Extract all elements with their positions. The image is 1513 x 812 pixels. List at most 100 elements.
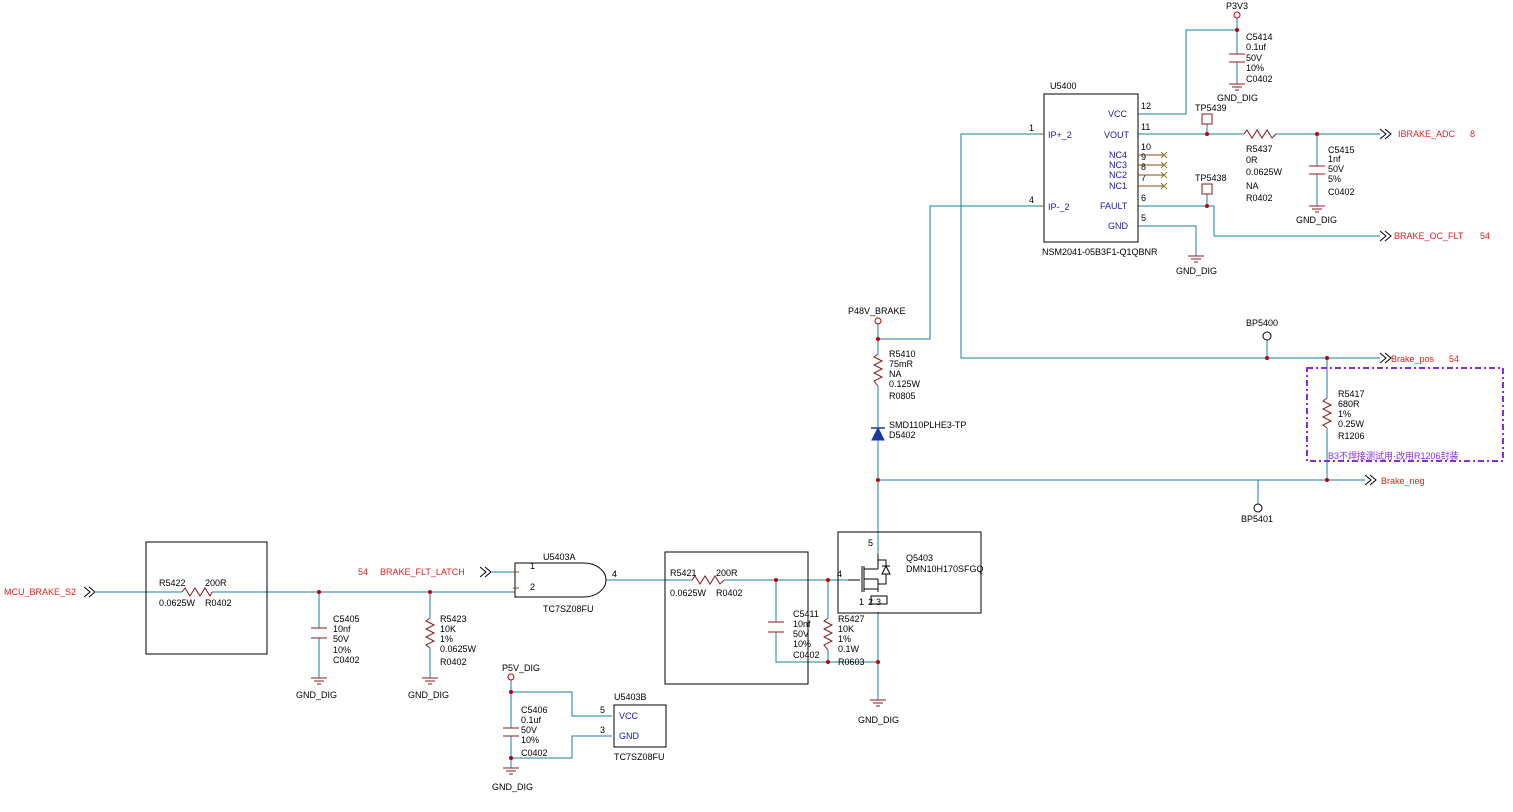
r5421-block: R5421 200R 0.0625W R0402 xyxy=(664,551,809,685)
svg-text:TP5438: TP5438 xyxy=(1195,173,1227,183)
svg-text:GND_DIG: GND_DIG xyxy=(408,690,449,700)
u5403b-power-block: U5403B 5 3 VCC GND TC7SZ08FU xyxy=(600,692,667,762)
svg-text:R0805: R0805 xyxy=(889,391,916,401)
ground-symbol-c5415: GND_DIG xyxy=(1296,205,1337,225)
brake-neg-net-label: Brake_neg xyxy=(1364,474,1425,486)
svg-text:U5400: U5400 xyxy=(1050,81,1077,91)
brake-oc-flt-net-label: BRAKE_OC_FLT 54 xyxy=(1379,230,1490,242)
svg-text:NC1: NC1 xyxy=(1109,181,1127,191)
ground-symbol-r5423: GND_DIG xyxy=(408,677,449,700)
svg-text:C0402: C0402 xyxy=(333,655,360,665)
svg-text:6: 6 xyxy=(1141,193,1146,203)
svg-text:NA: NA xyxy=(889,369,902,379)
svg-text:C5411: C5411 xyxy=(793,609,819,619)
svg-text:P5V_DIG: P5V_DIG xyxy=(502,663,540,673)
svg-text:10%: 10% xyxy=(333,645,351,655)
svg-text:R5417: R5417 xyxy=(1338,389,1365,399)
svg-text:3: 3 xyxy=(876,597,881,607)
svg-text:C0402: C0402 xyxy=(1246,74,1273,84)
u5403a-and-gate: U5403A 1 2 4 TC7SZ08FU xyxy=(513,552,617,614)
svg-text:C0402: C0402 xyxy=(1328,187,1355,197)
svg-text:11: 11 xyxy=(1141,122,1150,132)
svg-text:TC7SZ08FU: TC7SZ08FU xyxy=(543,604,594,614)
svg-text:1nf: 1nf xyxy=(1328,154,1341,164)
c5405-capacitor: C5405 10nf 50V 10% C0402 xyxy=(311,614,360,665)
d5402-diode: SMD110PLHE3-TP D5402 xyxy=(871,420,966,444)
svg-text:R5421: R5421 xyxy=(670,568,697,578)
r5437-resistor: R5437 0R 0.0625W NA R0402 xyxy=(1243,129,1283,203)
svg-text:VCC: VCC xyxy=(1108,109,1128,119)
svg-text:0.0625W: 0.0625W xyxy=(670,588,707,598)
svg-text:R0402: R0402 xyxy=(1246,193,1273,203)
svg-text:BP5400: BP5400 xyxy=(1246,318,1278,328)
bp5400-board-pad: BP5400 xyxy=(1246,318,1278,341)
svg-text:FAULT: FAULT xyxy=(1100,201,1128,211)
svg-text:Brake_pos: Brake_pos xyxy=(1391,354,1435,364)
r5423-resistor: R5423 10K 1% 0.0625W R0402 xyxy=(424,614,477,667)
svg-text:R0603: R0603 xyxy=(838,657,865,667)
svg-text:R5422: R5422 xyxy=(159,578,186,588)
svg-text:R5423: R5423 xyxy=(440,614,467,624)
svg-text:C5406: C5406 xyxy=(521,705,548,715)
svg-text:SMD110PLHE3-TP: SMD110PLHE3-TP xyxy=(889,420,966,430)
svg-text:1: 1 xyxy=(859,597,864,607)
svg-text:1: 1 xyxy=(530,561,535,571)
r5422-block: R5422 200R 0.0625W R0402 xyxy=(145,541,268,655)
svg-text:P48V_BRAKE: P48V_BRAKE xyxy=(848,306,906,316)
svg-text:DMN10H170SFGQ: DMN10H170SFGQ xyxy=(906,564,984,574)
svg-text:1%: 1% xyxy=(440,634,453,644)
svg-text:R0402: R0402 xyxy=(716,588,743,598)
svg-text:R5437: R5437 xyxy=(1246,144,1273,154)
svg-text:0.1W: 0.1W xyxy=(838,644,860,654)
svg-text:VOUT: VOUT xyxy=(1104,130,1130,140)
bp5401-board-pad: BP5401 xyxy=(1241,503,1273,524)
svg-text:U5403A: U5403A xyxy=(543,552,576,562)
q5403-mosfet: Q5403 DMN10H170SFGQ 5 4 1 2 3 xyxy=(837,531,984,614)
svg-text:4: 4 xyxy=(837,569,842,579)
svg-text:R5410: R5410 xyxy=(889,349,916,359)
ground-symbol-u5400: GND_DIG xyxy=(1176,255,1217,276)
brake-pos-net-label: Brake_pos 54 xyxy=(1379,352,1459,364)
svg-text:9: 9 xyxy=(1141,152,1146,162)
ground-symbol-c5414: GND_DIG xyxy=(1217,83,1258,103)
svg-text:10%: 10% xyxy=(793,639,811,649)
svg-text:2: 2 xyxy=(530,582,535,592)
mcu-brake-net-label: MCU_BRAKE_S2 xyxy=(4,586,96,598)
svg-text:10: 10 xyxy=(1141,142,1151,152)
svg-text:BRAKE_OC_FLT: BRAKE_OC_FLT xyxy=(1394,231,1464,241)
c5415-capacitor: C5415 1nf 50V 5% C0402 xyxy=(1309,145,1355,197)
tp5438-test-point: TP5438 xyxy=(1195,173,1227,195)
svg-text:BRAKE_FLT_LATCH: BRAKE_FLT_LATCH xyxy=(380,567,465,577)
svg-text:0.25W: 0.25W xyxy=(1338,419,1365,429)
svg-text:GND: GND xyxy=(1108,221,1129,231)
svg-text:50V: 50V xyxy=(333,634,349,644)
svg-text:1%: 1% xyxy=(838,634,851,644)
svg-text:C0402: C0402 xyxy=(793,650,820,660)
svg-text:4: 4 xyxy=(1029,195,1034,205)
svg-text:NC4: NC4 xyxy=(1109,150,1127,160)
svg-text:R0402: R0402 xyxy=(440,657,467,667)
svg-text:0.1uf: 0.1uf xyxy=(521,715,542,725)
svg-text:Brake_neg: Brake_neg xyxy=(1381,476,1425,486)
ground-symbol-c5406: GND_DIG xyxy=(492,767,533,792)
svg-text:8: 8 xyxy=(1141,162,1146,172)
svg-text:5: 5 xyxy=(1141,213,1146,223)
schematic-drawing: P3V3 P48V_BRAKE P5V_DIG GND_DIG GND_DIG … xyxy=(4,1,1504,792)
svg-text:NC3: NC3 xyxy=(1109,160,1127,170)
svg-text:U5403B: U5403B xyxy=(614,692,647,702)
ground-symbol-q5403: GND_DIG xyxy=(858,699,899,725)
svg-text:50V: 50V xyxy=(1328,164,1344,174)
svg-text:0.0625W: 0.0625W xyxy=(159,598,196,608)
svg-text:10K: 10K xyxy=(838,624,854,634)
brake-flt-latch-net-label: 54 BRAKE_FLT_LATCH xyxy=(358,566,492,578)
svg-text:54: 54 xyxy=(358,567,368,577)
svg-text:R1206: R1206 xyxy=(1338,431,1365,441)
svg-text:10%: 10% xyxy=(521,735,539,745)
wires xyxy=(96,18,1380,768)
svg-text:B3不焊接测试用·改用R1206封装: B3不焊接测试用·改用R1206封装 xyxy=(1328,450,1459,461)
svg-text:NA: NA xyxy=(1246,181,1259,191)
svg-text:C0402: C0402 xyxy=(521,748,548,758)
svg-text:4: 4 xyxy=(612,569,617,579)
svg-text:R0402: R0402 xyxy=(205,598,232,608)
svg-text:5: 5 xyxy=(868,538,873,548)
